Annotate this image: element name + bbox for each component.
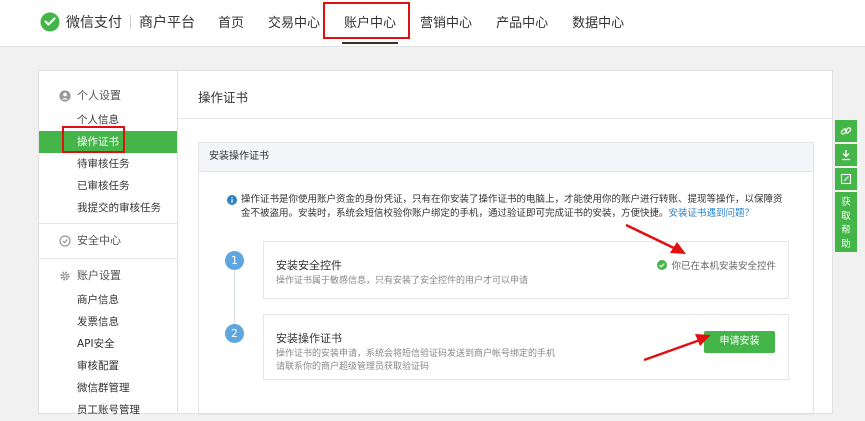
title-divider: [178, 118, 832, 119]
info-icon: [227, 195, 237, 205]
sidebar-divider: [39, 258, 178, 259]
sidebar-group-personal[interactable]: 个人设置: [39, 83, 178, 109]
annotation-arrow-button: [643, 334, 711, 362]
page-title: 操作证书: [198, 90, 249, 105]
step-2-badge: 2: [225, 324, 244, 343]
main-nav: 首页 交易中心 账户中心 营销中心 产品中心 数据中心: [206, 0, 636, 46]
nav-data-center[interactable]: 数据中心: [560, 0, 636, 46]
sidebar-divider: [39, 223, 178, 224]
step-2-desc-line-1: 操作证书的安装申请，系统会将短信验证码发送到商户帐号绑定的手机: [276, 349, 556, 359]
brand-subtitle: 商户平台: [139, 15, 195, 31]
sidebar-item-wechat-group[interactable]: 微信群管理: [39, 377, 178, 399]
sidebar-item-reviewed-tasks[interactable]: 已审核任务: [39, 175, 178, 197]
sidebar-item-staff-accounts[interactable]: 员工账号管理: [39, 399, 178, 421]
gear-icon: [60, 271, 70, 281]
person-icon: [59, 90, 71, 102]
annotation-highlight-sidebar: [62, 126, 125, 153]
nav-home[interactable]: 首页: [206, 0, 256, 46]
nav-product-center[interactable]: 产品中心: [484, 0, 560, 46]
help-char: 帮: [841, 225, 851, 236]
step-1-badge: 1: [225, 251, 244, 270]
nav-trade-center[interactable]: 交易中心: [256, 0, 332, 46]
sidebar-group-label: 安全中心: [77, 234, 121, 247]
sidebar-item-submitted-tasks[interactable]: 我提交的审核任务: [39, 197, 178, 219]
nav-marketing-center[interactable]: 营销中心: [408, 0, 484, 46]
sidebar-item-merchant-info[interactable]: 商户信息: [39, 289, 178, 311]
annotation-highlight-nav: [323, 2, 410, 39]
help-char: 获: [841, 197, 851, 208]
install-certificate-panel: 安装操作证书 操作证书是你使用账户资金的身份凭证，只有在你安装了操作证书的电脑上…: [198, 142, 814, 415]
float-link-button[interactable]: [835, 120, 857, 142]
step-1-desc: 操作证书属于敏感信息，只有安装了安全控件的用户才可以申请: [276, 276, 529, 286]
sidebar-item-api-security[interactable]: API安全: [39, 333, 178, 355]
float-help-button[interactable]: 获 取 帮 助: [835, 192, 857, 252]
control-installed-status: 你已在本机安装安全控件: [657, 258, 776, 272]
step-2-desc-line-2: 请联系你的商户超级管理员获取验证码: [276, 362, 430, 372]
install-help-link[interactable]: 安装证书遇到问题？: [669, 208, 755, 219]
edit-icon: [840, 173, 852, 185]
panel-title: 安装操作证书: [199, 143, 813, 172]
sidebar-group-label: 账户设置: [77, 269, 121, 282]
help-char: 助: [841, 239, 851, 250]
certificate-info: 操作证书是你使用账户资金的身份凭证，只有在你安装了操作证书的电脑上，才能使用你的…: [227, 193, 787, 221]
step-1-title: 安装安全控件: [276, 259, 342, 272]
download-icon: [842, 150, 850, 161]
main-content: 操作证书 安装操作证书 操作证书是你使用账户资金的身份凭证，只有在你安装了操作证…: [177, 70, 833, 415]
check-circle-icon: [657, 260, 668, 270]
sidebar-item-invoice-info[interactable]: 发票信息: [39, 311, 178, 333]
sidebar-item-review-config[interactable]: 审核配置: [39, 355, 178, 377]
brand-divider: [130, 15, 131, 29]
sidebar-group-account-settings[interactable]: 账户设置: [39, 263, 178, 289]
brand-name: 微信支付: [66, 15, 122, 31]
float-toolbar: 获 取 帮 助: [835, 120, 857, 252]
top-bar: 微信支付 商户平台 首页 交易中心 账户中心 营销中心 产品中心 数据中心: [0, 0, 865, 47]
status-text: 你已在本机安装安全控件: [671, 261, 776, 272]
logo[interactable]: 微信支付 商户平台: [40, 12, 195, 32]
link-icon: [840, 127, 852, 135]
sidebar: 个人设置 个人信息 操作证书 待审核任务 已审核任务 我提交的审核任务 安全中心…: [38, 70, 178, 416]
wechat-pay-logo-icon: [40, 12, 60, 32]
shield-icon: [59, 235, 71, 247]
sidebar-item-pending-tasks[interactable]: 待审核任务: [39, 153, 178, 175]
sidebar-group-label: 个人设置: [77, 89, 121, 102]
float-download-button[interactable]: [835, 144, 857, 166]
steps-connector: [234, 261, 235, 331]
float-edit-button[interactable]: [835, 168, 857, 190]
sidebar-group-security[interactable]: 安全中心: [39, 228, 178, 254]
help-char: 取: [841, 211, 851, 222]
annotation-arrow-status: [625, 223, 686, 254]
step-2-title: 安装操作证书: [276, 332, 342, 345]
step-1-card: 安装安全控件 操作证书属于敏感信息，只有安装了安全控件的用户才可以申请 你已在本…: [263, 241, 789, 299]
